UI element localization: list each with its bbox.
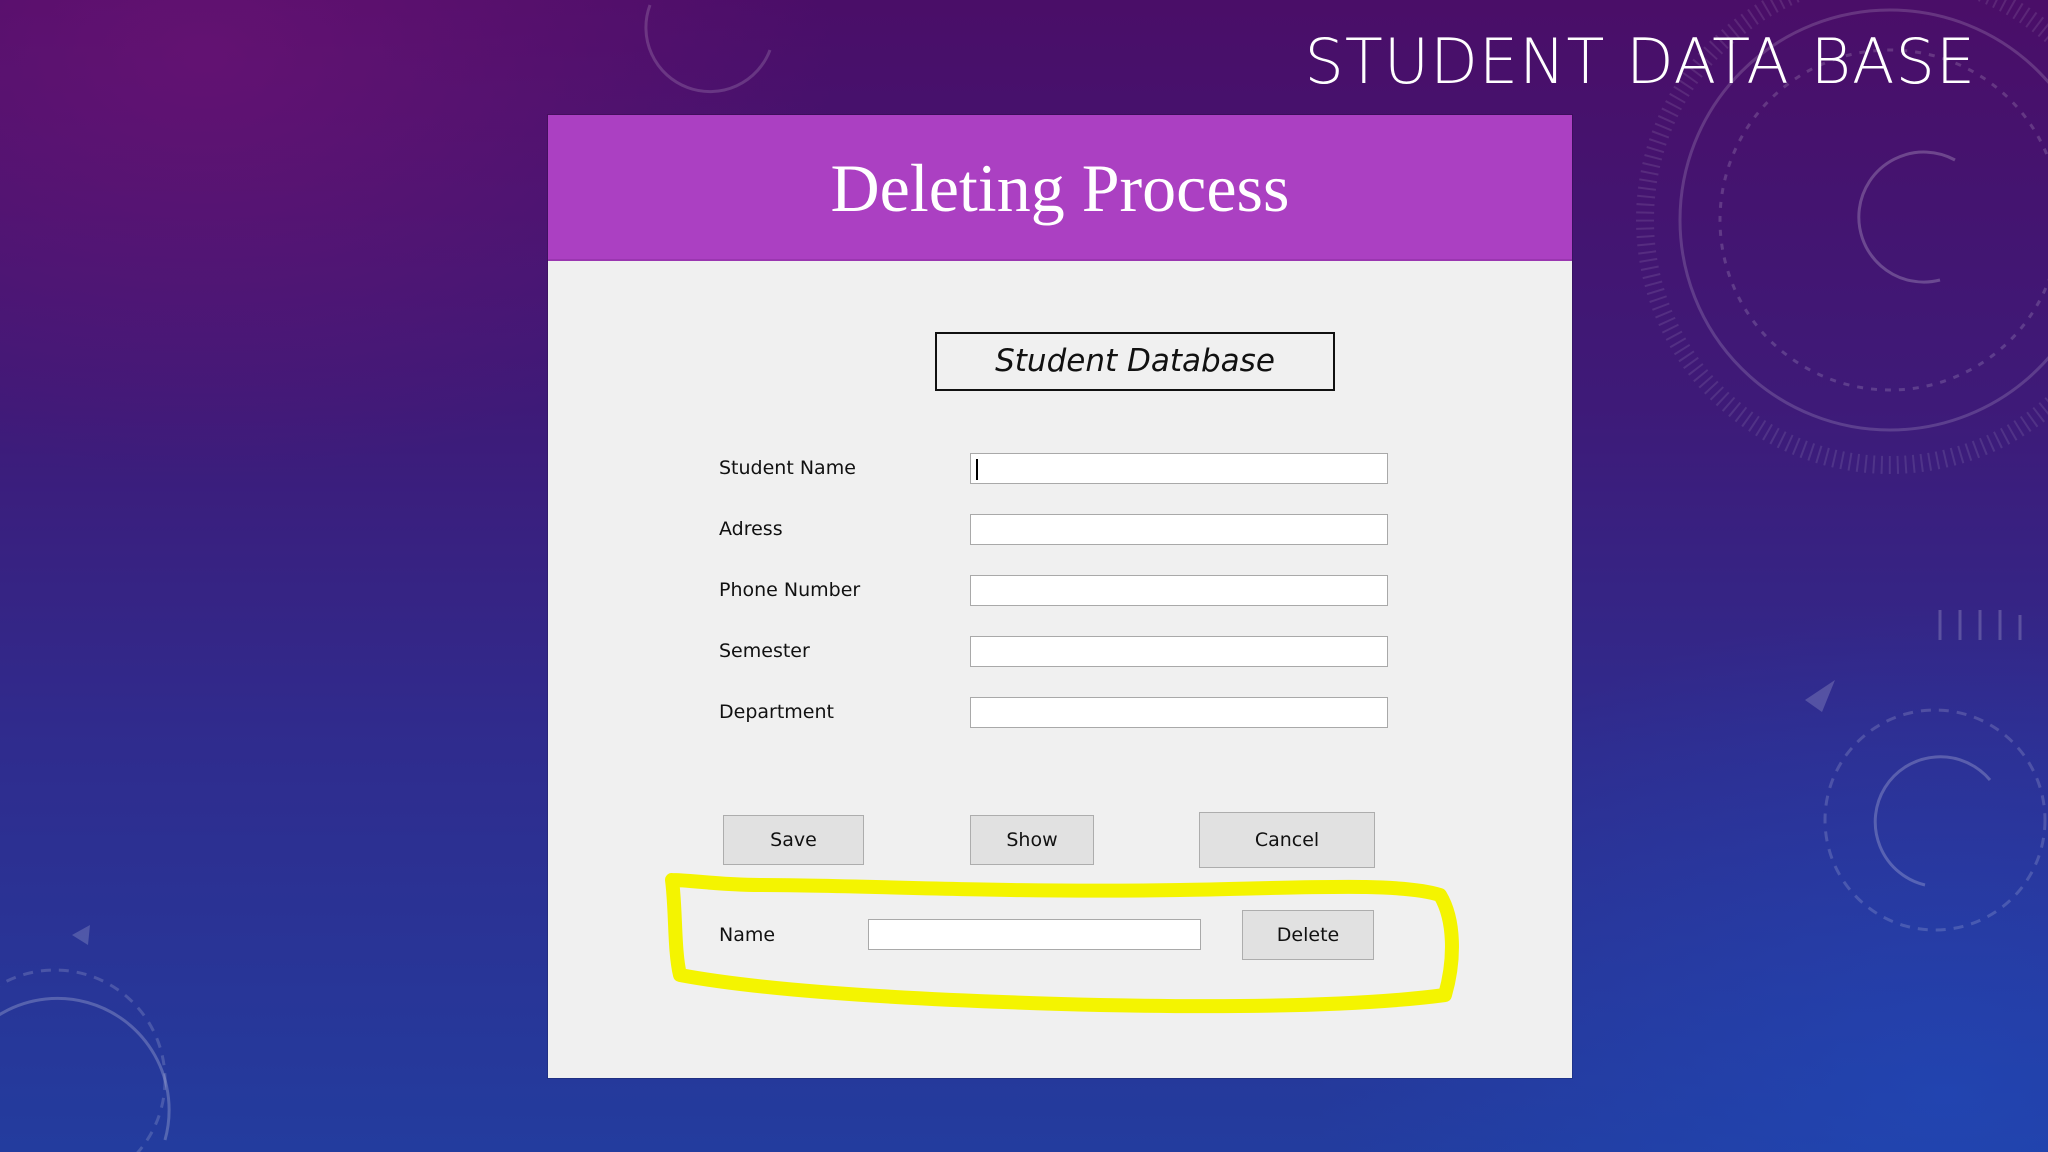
address-label: Adress [719, 518, 783, 540]
slide-title: STUDENT DATA BASE [1304, 25, 1976, 98]
semester-label: Semester [719, 640, 810, 662]
window-header: Deleting Process [548, 115, 1572, 261]
cancel-button[interactable]: Cancel [1199, 812, 1375, 868]
student-name-field[interactable] [970, 453, 1388, 484]
address-field[interactable] [970, 514, 1388, 545]
delete-name-field[interactable] [868, 919, 1201, 950]
student-name-label: Student Name [719, 457, 856, 479]
department-label: Department [719, 701, 834, 723]
department-field[interactable] [970, 697, 1388, 728]
delete-name-label: Name [719, 924, 776, 946]
text-caret [976, 459, 978, 480]
window-header-title: Deleting Process [830, 150, 1290, 226]
show-button[interactable]: Show [970, 815, 1094, 865]
database-label: Student Database [935, 332, 1335, 391]
semester-field[interactable] [970, 636, 1388, 667]
phone-number-label: Phone Number [719, 579, 861, 601]
delete-button[interactable]: Delete [1242, 910, 1374, 960]
phone-number-field[interactable] [970, 575, 1388, 606]
app-window: Deleting Process Student Database Studen… [548, 115, 1572, 1078]
save-button[interactable]: Save [723, 815, 864, 865]
